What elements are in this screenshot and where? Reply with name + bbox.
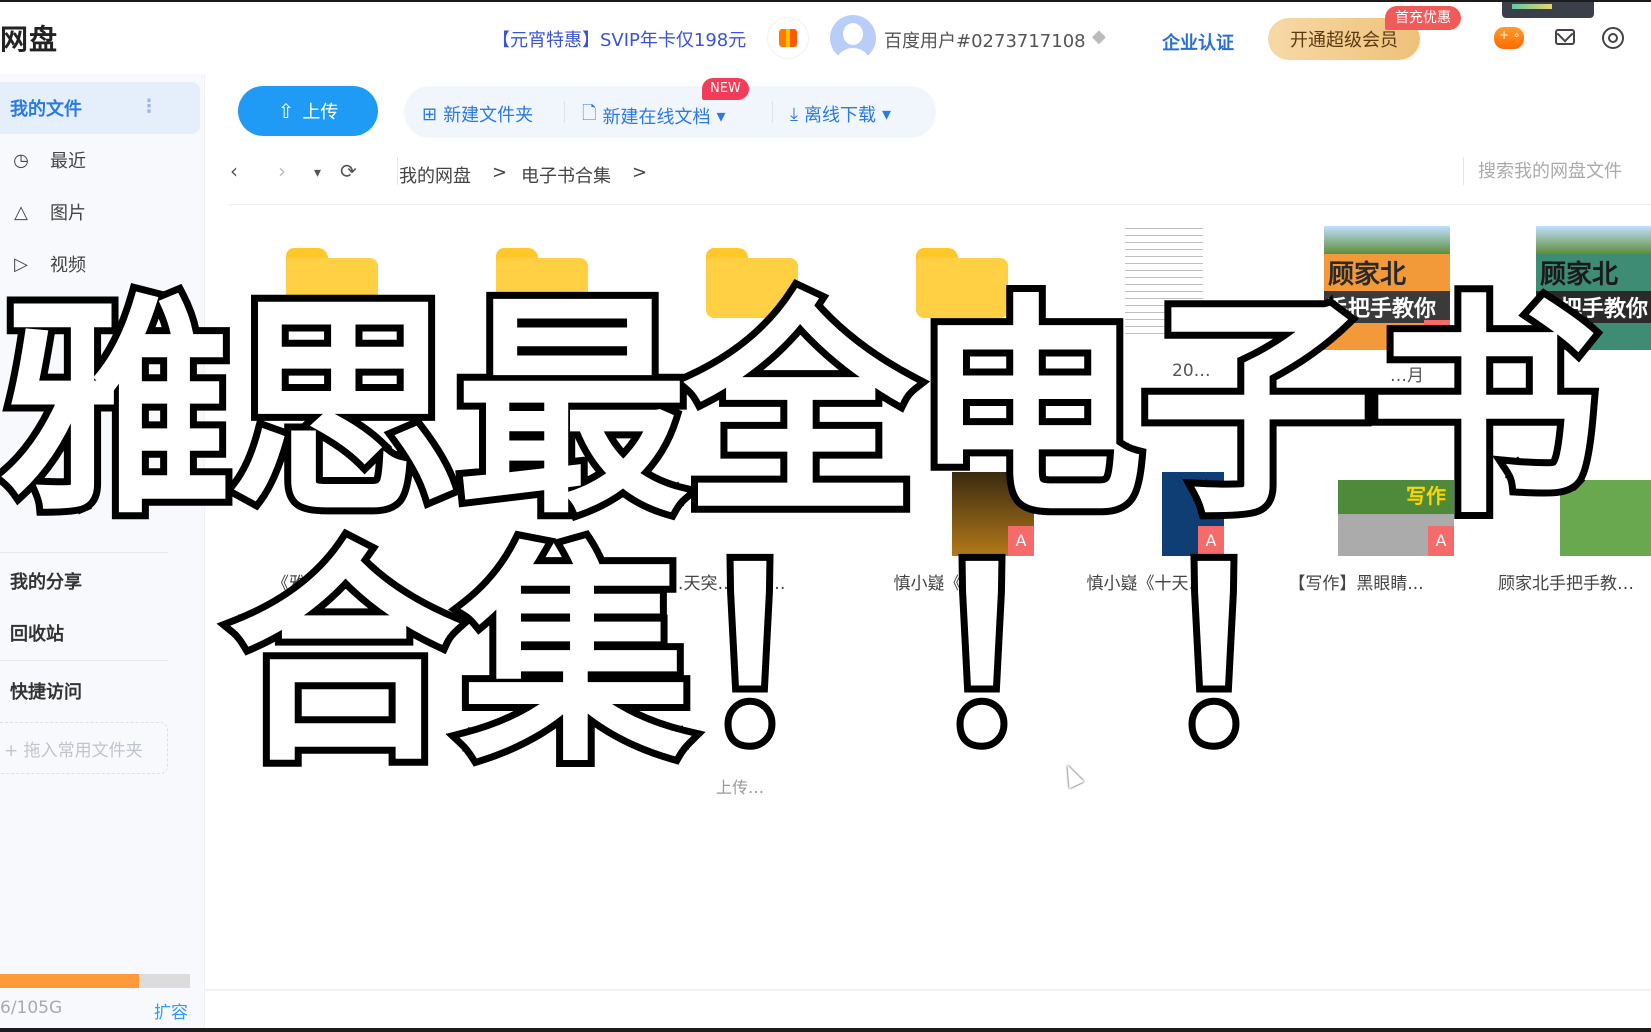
overlay-caption-line-1: 雅思最全电子书 <box>0 275 1607 545</box>
chevron-down-icon: ▾ <box>716 105 726 127</box>
sidebar-divider <box>0 660 168 661</box>
storage-quota-bar <box>0 974 190 988</box>
new-folder-icon: ⊞ <box>422 103 438 125</box>
floating-widget <box>1502 2 1594 18</box>
new-folder-button[interactable]: ⊞ 新建文件夹 <box>422 101 533 127</box>
play-icon: ▷ <box>14 253 28 275</box>
sidebar-item-label: 视频 <box>50 255 86 276</box>
sidebar-item-recycle-bin[interactable]: 回收站 <box>10 620 64 646</box>
download-icon: ⤓ <box>790 103 798 125</box>
drop-folder-area[interactable]: + 拖入常用文件夹 <box>0 722 168 774</box>
sidebar-item-label: 最近 <box>50 151 86 172</box>
content-divider <box>228 204 1651 205</box>
top-header: 网盘 【元宵特惠】SVIP年卡仅198元 百度用户#0273717108 ◆ 企… <box>0 2 1651 74</box>
mountain-icon: △ <box>14 201 28 223</box>
avatar[interactable] <box>830 15 876 61</box>
gift-button[interactable] <box>768 18 808 58</box>
enterprise-verify-link[interactable]: 企业认证 <box>1162 29 1234 55</box>
username[interactable]: 百度用户#0273717108 <box>884 27 1086 53</box>
sidebar-item-my-share[interactable]: 我的分享 <box>10 568 82 594</box>
back-button[interactable]: ‹ <box>230 159 238 183</box>
upload-button[interactable]: ⇧ 上传 <box>238 86 378 136</box>
expand-storage-link[interactable]: 扩容 <box>154 998 188 1023</box>
breadcrumb-separator: > <box>492 162 508 183</box>
search-input[interactable] <box>1478 154 1648 188</box>
gamepad-icon[interactable] <box>1494 27 1524 49</box>
offline-download-label: 离线下载 <box>803 105 876 126</box>
toolbar-separator <box>772 101 773 123</box>
refresh-icon[interactable]: ⟳ <box>340 159 357 183</box>
nav-separator <box>397 157 398 185</box>
clock-icon: ◷ <box>13 149 29 171</box>
chevron-down-icon: ▾ <box>881 103 892 125</box>
sidebar-item-pictures[interactable]: △ 图片 <box>0 186 200 238</box>
new-online-doc-button[interactable]: 🗋 新建在线文档 ▾ <box>582 101 726 131</box>
toolbar-separator <box>564 101 565 123</box>
new-folder-label: 新建文件夹 <box>443 105 534 126</box>
settings-icon[interactable] <box>1602 27 1624 49</box>
history-dropdown[interactable]: ▾ <box>314 165 321 181</box>
more-dots-icon[interactable]: ⋮ <box>140 96 158 117</box>
file-name[interactable]: 顾家北手把手教… <box>1486 569 1646 594</box>
promo-link[interactable]: 【元宵特惠】SVIP年卡仅198元 <box>492 26 746 52</box>
bottom-divider <box>205 989 1651 991</box>
search-separator <box>1463 157 1464 185</box>
overlay-caption-line-2: 合集！！！ <box>221 523 1395 793</box>
toolbar-group: ⊞ 新建文件夹 🗋 新建在线文档 ▾ ⤓ 离线下载 ▾ <box>404 86 936 138</box>
quick-access-heading: 快捷访问 <box>10 682 82 703</box>
forward-button[interactable]: › <box>278 159 286 183</box>
offline-download-button[interactable]: ⤓ 离线下载 ▾ <box>790 101 891 127</box>
new-doc-icon: 🗋 <box>582 103 597 124</box>
sidebar-item-label: 我的文件 <box>10 99 82 120</box>
sidebar-item-my-files[interactable]: 我的文件 ⋮ <box>0 82 200 134</box>
upload-label: 上传 <box>302 102 339 123</box>
new-badge: NEW <box>702 78 749 100</box>
breadcrumb-separator: > <box>632 162 648 183</box>
sidebar-item-recent[interactable]: ◷ 最近 <box>0 134 200 186</box>
first-recharge-badge: 首充优惠 <box>1385 6 1461 30</box>
gift-icon <box>779 29 797 47</box>
mail-icon[interactable] <box>1555 29 1575 45</box>
sidebar-divider <box>0 552 168 553</box>
breadcrumb-my-netdisk[interactable]: 我的网盘 <box>399 162 471 188</box>
upload-icon: ⇧ <box>277 99 295 123</box>
storage-quota-fill <box>0 974 139 988</box>
sidebar-item-label: 图片 <box>50 203 86 224</box>
vip-diamond-icon[interactable]: ◆ <box>1092 28 1112 46</box>
cover-landscape <box>1324 226 1450 254</box>
breadcrumb-ebook-collection[interactable]: 电子书合集 <box>521 162 611 188</box>
sidebar: 我的文件 ⋮ ◷ 最近 △ 图片 ▷ 视频 我的分享 回收站 快捷访问 + 拖入… <box>0 74 205 1028</box>
storage-quota-text: 6/105G <box>0 998 63 1018</box>
app-logo: 网盘 <box>0 23 59 56</box>
new-doc-label: 新建在线文档 <box>602 107 711 128</box>
cover-landscape <box>1536 226 1651 254</box>
baidu-netdisk-window: 网盘 【元宵特惠】SVIP年卡仅198元 百度用户#0273717108 ◆ 企… <box>0 2 1651 1028</box>
